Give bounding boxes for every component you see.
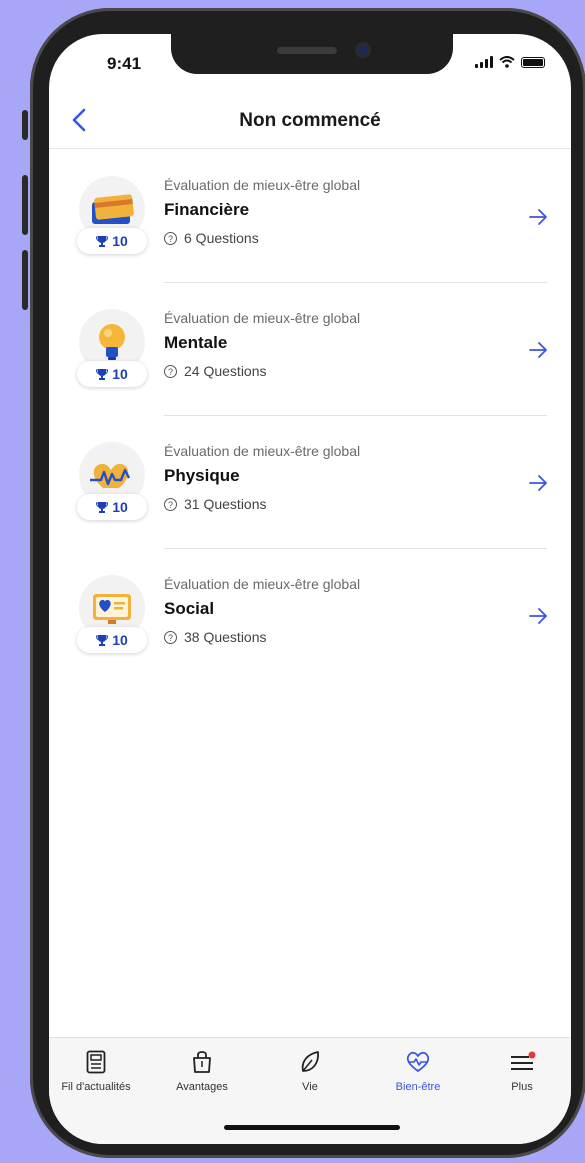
trophy-icon xyxy=(96,634,109,646)
item-category: Évaluation de mieux-être global xyxy=(164,310,361,326)
tab-bar: Fil d'actualités Avantages Vie Bien-être xyxy=(49,1037,571,1144)
question-circle-icon: ? xyxy=(164,231,177,245)
points-value: 10 xyxy=(112,632,128,648)
credit-card-icon xyxy=(92,194,134,224)
question-circle-icon: ? xyxy=(164,364,177,378)
arrow-right-icon[interactable] xyxy=(527,605,549,627)
arrow-right-icon[interactable] xyxy=(527,206,549,228)
leaf-icon xyxy=(301,1051,319,1072)
heartbeat-icon xyxy=(90,463,131,488)
signal-icon xyxy=(475,56,493,68)
question-circle-icon: ? xyxy=(164,497,177,511)
item-name: Social xyxy=(164,599,215,618)
item-category: Évaluation de mieux-être global xyxy=(164,177,361,193)
tab-label: Vie xyxy=(302,1081,318,1093)
tab-plus[interactable]: Plus xyxy=(477,1050,567,1093)
item-questions: 31 Questions xyxy=(184,496,267,512)
tab-label: Fil d'actualités xyxy=(61,1081,131,1093)
list-item-mentale[interactable]: 10 Évaluation de mieux-être global Menta… xyxy=(49,283,571,416)
heart-card-icon xyxy=(93,594,131,624)
trophy-icon xyxy=(96,368,109,380)
item-icon-wrap: 10 xyxy=(77,309,147,393)
points-value: 10 xyxy=(112,233,128,249)
item-questions: 24 Questions xyxy=(184,363,267,379)
wifi-icon xyxy=(499,56,515,68)
tab-label: Avantages xyxy=(176,1081,228,1093)
list-item-social[interactable]: 10 Évaluation de mieux-être global Socia… xyxy=(49,549,571,682)
item-questions: 38 Questions xyxy=(184,629,267,645)
screen: 9:41 Non commencé 10 Évaluation de mieux… xyxy=(49,34,571,1144)
item-icon-wrap: 10 xyxy=(77,176,147,260)
menu-icon xyxy=(511,1051,536,1070)
item-category: Évaluation de mieux-être global xyxy=(164,443,361,459)
shopping-bag-icon xyxy=(193,1051,211,1073)
item-name: Mentale xyxy=(164,333,228,352)
notification-dot-icon xyxy=(528,1051,536,1059)
arrow-right-icon[interactable] xyxy=(527,339,549,361)
speaker xyxy=(277,47,337,54)
arrow-right-icon[interactable] xyxy=(527,472,549,494)
points-badge: 10 xyxy=(77,627,147,653)
tab-bien-etre[interactable]: Bien-être xyxy=(373,1050,463,1093)
question-circle-icon: ? xyxy=(164,630,177,644)
item-name: Financière xyxy=(164,200,250,219)
item-category: Évaluation de mieux-être global xyxy=(164,576,361,592)
tab-vie[interactable]: Vie xyxy=(265,1050,355,1093)
side-button-mute xyxy=(22,110,28,140)
assessment-list: 10 Évaluation de mieux-être global Finan… xyxy=(49,150,571,682)
notch xyxy=(171,34,453,74)
list-item-physique[interactable]: 10 Évaluation de mieux-être global Physi… xyxy=(49,416,571,549)
tab-label: Plus xyxy=(511,1081,533,1093)
tab-fil-actualites[interactable]: Fil d'actualités xyxy=(51,1050,141,1093)
tab-avantages[interactable]: Avantages xyxy=(157,1050,247,1093)
lightbulb-icon xyxy=(99,324,125,360)
newsfeed-icon xyxy=(86,1050,106,1074)
points-badge: 10 xyxy=(77,228,147,254)
points-value: 10 xyxy=(112,366,128,382)
trophy-icon xyxy=(96,235,109,247)
item-icon-wrap: 10 xyxy=(77,442,147,526)
battery-icon xyxy=(521,56,545,68)
trophy-icon xyxy=(96,501,109,513)
status-time: 9:41 xyxy=(107,54,142,73)
item-icon-wrap: 10 xyxy=(77,575,147,659)
points-value: 10 xyxy=(112,499,128,515)
navigation-bar: Non commencé xyxy=(49,98,571,149)
points-badge: 10 xyxy=(77,361,147,387)
list-item-financiere[interactable]: 10 Évaluation de mieux-être global Finan… xyxy=(49,150,571,283)
camera xyxy=(355,42,371,58)
side-button-volume-up xyxy=(22,175,28,235)
home-indicator[interactable] xyxy=(224,1125,400,1130)
tab-label: Bien-être xyxy=(395,1081,441,1093)
side-button-volume-down xyxy=(22,250,28,310)
points-badge: 10 xyxy=(77,494,147,520)
status-icons xyxy=(475,56,545,68)
item-questions: 6 Questions xyxy=(184,230,259,246)
heart-pulse-icon xyxy=(406,1051,430,1072)
page-title: Non commencé xyxy=(239,110,381,131)
item-name: Physique xyxy=(164,466,240,485)
